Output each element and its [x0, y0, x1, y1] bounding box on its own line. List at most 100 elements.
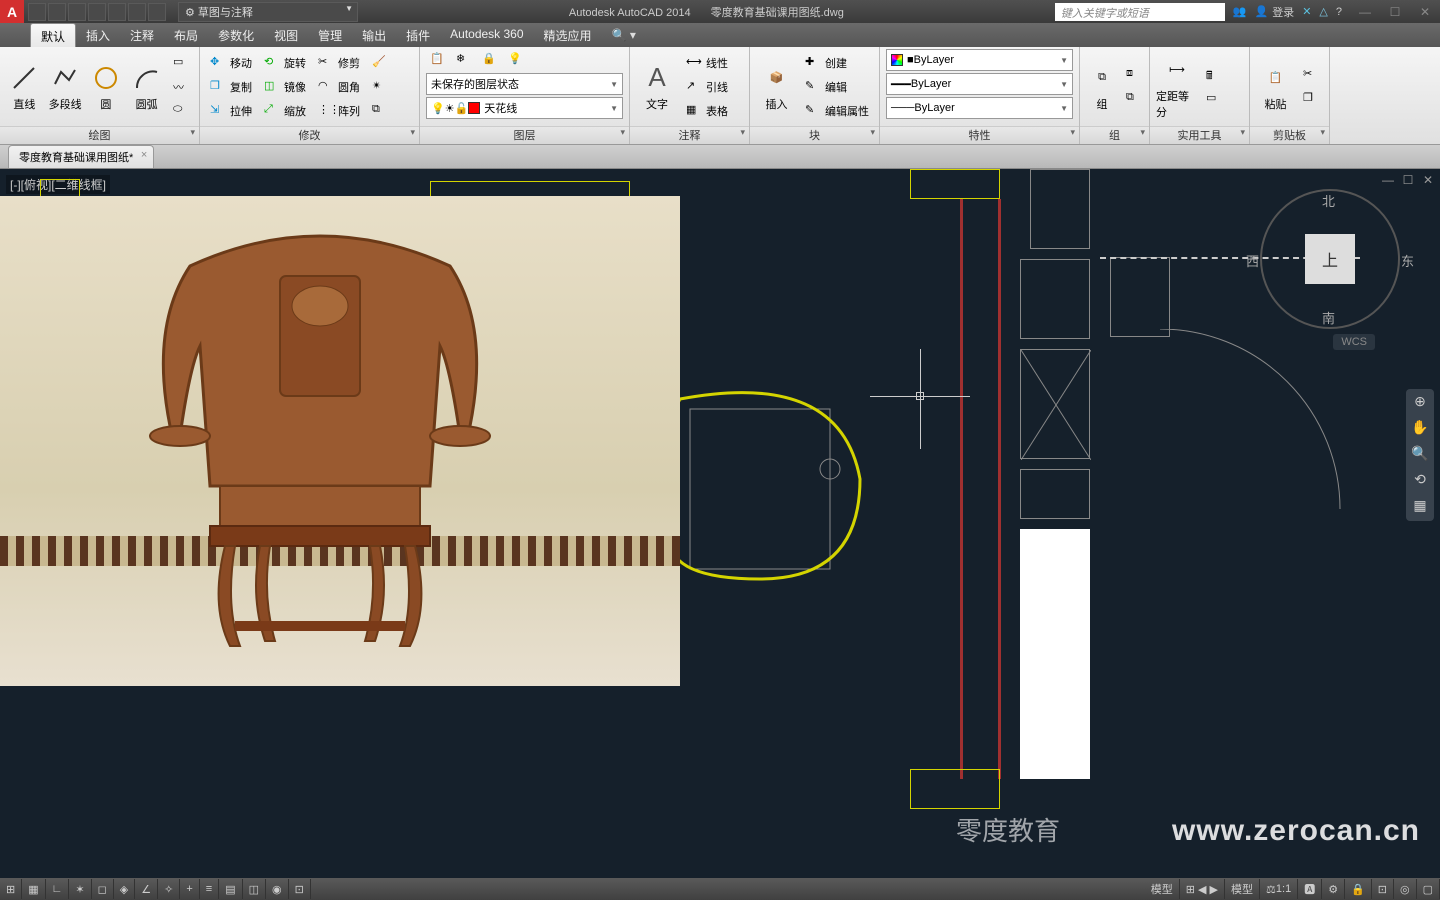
qat-saveas-icon[interactable]: [88, 3, 106, 21]
qat-print-icon[interactable]: [108, 3, 126, 21]
edit-attr-button[interactable]: ✎编辑属性: [801, 100, 873, 122]
panel-layer-label[interactable]: 图层: [420, 126, 629, 144]
ellipse-button[interactable]: ⬭: [169, 100, 193, 122]
linetype-dropdown[interactable]: ─── ByLayer: [886, 97, 1073, 119]
tab-featured[interactable]: 精选应用: [534, 23, 602, 47]
fillet-button[interactable]: ◠圆角: [314, 76, 364, 98]
array-button[interactable]: ⋮⋮阵列: [314, 100, 364, 122]
sb-osnap-button[interactable]: ◻: [92, 879, 114, 899]
edit-block-button[interactable]: ✎编辑: [801, 76, 873, 98]
sb-iso-button[interactable]: ◎: [1394, 879, 1417, 899]
select-button[interactable]: ▭: [1202, 88, 1226, 110]
workspace-selector[interactable]: ⚙ 草图与注释: [178, 2, 358, 22]
layer-lock-button[interactable]: 🔒: [478, 49, 502, 71]
group-edit-button[interactable]: ⧉: [1122, 88, 1146, 110]
sb-clean-button[interactable]: ▢: [1417, 879, 1440, 899]
stretch-button[interactable]: ⇲拉伸: [206, 100, 256, 122]
nav-wheel-icon[interactable]: ⊕: [1410, 393, 1430, 413]
tab-output[interactable]: 输出: [352, 23, 396, 47]
sb-hw-button[interactable]: ⊡: [1372, 879, 1394, 899]
linear-dim-button[interactable]: ⟷线性: [682, 52, 732, 74]
tab-view[interactable]: 视图: [264, 23, 308, 47]
tab-a360[interactable]: Autodesk 360: [440, 23, 533, 47]
table-button[interactable]: ▦表格: [682, 100, 732, 122]
spline-button[interactable]: 〰: [169, 76, 193, 98]
tab-parametric[interactable]: 参数化: [208, 23, 264, 47]
sb-polar-button[interactable]: ✶: [69, 879, 91, 899]
ungroup-button[interactable]: ⧈: [1122, 64, 1146, 86]
color-dropdown[interactable]: ■ ByLayer: [886, 49, 1073, 71]
sb-qp-button[interactable]: ◫: [243, 879, 266, 899]
qat-new-icon[interactable]: [28, 3, 46, 21]
layer-prop-button[interactable]: 📋: [426, 49, 450, 71]
rotate-button[interactable]: ⟲旋转: [260, 52, 310, 74]
qat-save-icon[interactable]: [68, 3, 86, 21]
arc-button[interactable]: 圆弧: [128, 51, 165, 123]
sb-otrack-button[interactable]: ∠: [135, 879, 158, 899]
copy-clip-button[interactable]: ❐: [1299, 88, 1323, 110]
sb-model-button[interactable]: 模型: [1225, 879, 1260, 899]
copy-button[interactable]: ❐复制: [206, 76, 256, 98]
mirror-button[interactable]: ◫镜像: [260, 76, 310, 98]
polyline-button[interactable]: 多段线: [47, 51, 84, 123]
nav-zoom-icon[interactable]: 🔍: [1410, 445, 1430, 465]
sb-grid-button[interactable]: ▦: [22, 879, 45, 899]
offset-button[interactable]: ⧉: [368, 100, 392, 122]
wcs-label[interactable]: WCS: [1333, 334, 1375, 350]
nav-showmotion-icon[interactable]: ▦: [1410, 497, 1430, 517]
sb-sc-button[interactable]: ◉: [266, 879, 289, 899]
qat-redo-icon[interactable]: [148, 3, 166, 21]
panel-modify-label[interactable]: 修改: [200, 126, 419, 144]
layout-nav-button[interactable]: ⊞ ◀ ▶: [1180, 879, 1225, 899]
erase-button[interactable]: 🧹: [368, 52, 392, 74]
cut-button[interactable]: ✂: [1299, 64, 1323, 86]
panel-clip-label[interactable]: 剪贴板: [1250, 126, 1329, 144]
tab-annotate[interactable]: 注释: [120, 23, 164, 47]
qat-undo-icon[interactable]: [128, 3, 146, 21]
sb-ducs-button[interactable]: ✧: [158, 879, 180, 899]
panel-util-label[interactable]: 实用工具: [1150, 126, 1249, 144]
layer-off-button[interactable]: 💡: [504, 49, 528, 71]
maximize-button[interactable]: ☐: [1380, 0, 1410, 23]
tab-plugins[interactable]: 插件: [396, 23, 440, 47]
line-button[interactable]: 直线: [6, 51, 43, 123]
sb-snap-button[interactable]: ⊞: [0, 879, 22, 899]
panel-draw-label[interactable]: 绘图: [0, 126, 199, 144]
sb-annoscale-button[interactable]: ⚖ 1:1: [1260, 879, 1298, 899]
help-icon[interactable]: ?: [1336, 6, 1342, 18]
sb-ws-button[interactable]: ⚙: [1322, 879, 1345, 899]
tab-default[interactable]: 默认: [30, 23, 76, 47]
rect-button[interactable]: ▭: [169, 52, 193, 74]
calc-button[interactable]: 🖩: [1202, 64, 1226, 86]
panel-block-label[interactable]: 块: [750, 126, 879, 144]
sb-lwt-button[interactable]: ≡: [200, 879, 219, 899]
infocenter-icon[interactable]: 👥: [1233, 5, 1247, 18]
exchange-icon[interactable]: ✕: [1302, 5, 1311, 18]
text-button[interactable]: A文字: [636, 51, 678, 123]
circle-button[interactable]: 圆: [88, 51, 125, 123]
sb-lock-button[interactable]: 🔒: [1345, 879, 1372, 899]
tab-layout[interactable]: 布局: [164, 23, 208, 47]
paste-button[interactable]: 📋粘贴: [1256, 51, 1295, 123]
sb-3dosnap-button[interactable]: ◈: [114, 879, 135, 899]
layout-model-button[interactable]: 模型: [1145, 879, 1180, 899]
layer-freeze-button[interactable]: ❄: [452, 49, 476, 71]
layer-state-dropdown[interactable]: 未保存的图层状态: [426, 73, 623, 95]
sb-transp-button[interactable]: ▤: [219, 879, 242, 899]
minimize-button[interactable]: —: [1350, 0, 1380, 23]
file-tab[interactable]: 零度教育基础课用图纸*: [8, 145, 154, 168]
measure-button[interactable]: ⟼定距等分: [1156, 51, 1198, 123]
scale-button[interactable]: ⤢缩放: [260, 100, 310, 122]
group-button[interactable]: ⧉组: [1086, 51, 1118, 123]
lineweight-dropdown[interactable]: ━━━ ByLayer: [886, 73, 1073, 95]
insert-block-button[interactable]: 📦插入: [756, 51, 797, 123]
create-block-button[interactable]: ✚创建: [801, 52, 873, 74]
tab-insert[interactable]: 插入: [76, 23, 120, 47]
app-logo[interactable]: A: [0, 0, 24, 23]
explode-button[interactable]: ✴: [368, 76, 392, 98]
vp-close-icon[interactable]: ✕: [1420, 173, 1436, 189]
sb-annovis-button[interactable]: 🅰: [1298, 879, 1322, 899]
nav-pan-icon[interactable]: ✋: [1410, 419, 1430, 439]
move-button[interactable]: ✥移动: [206, 52, 256, 74]
ribbon-expand-icon[interactable]: 🔍 ▾: [606, 23, 642, 47]
